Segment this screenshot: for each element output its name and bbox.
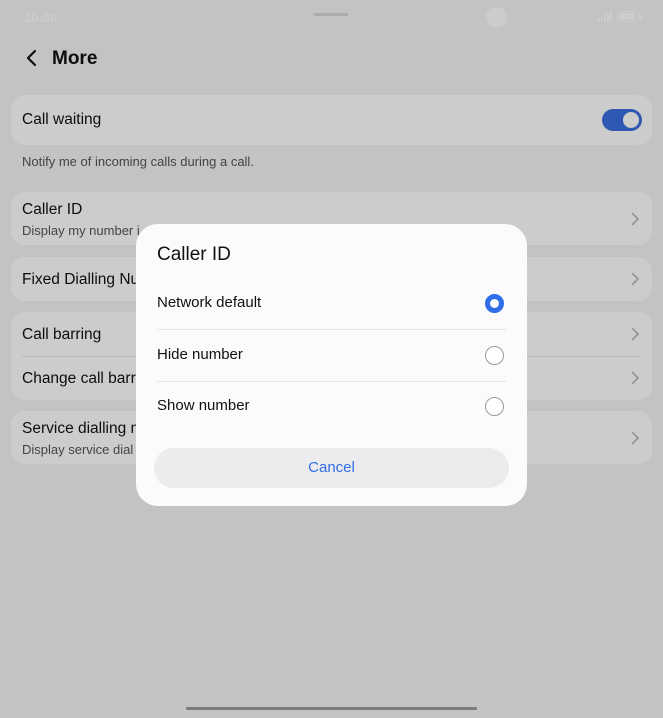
option-hide-number[interactable]: Hide number (136, 330, 527, 381)
option-label: Show number (157, 397, 250, 414)
dialog-title: Caller ID (157, 244, 231, 265)
radio-unselected-icon[interactable] (485, 346, 504, 365)
option-show-number[interactable]: Show number (136, 381, 527, 432)
option-label: Network default (157, 294, 262, 311)
option-label: Hide number (157, 346, 243, 363)
radio-unselected-icon[interactable] (485, 397, 504, 416)
option-network-default[interactable]: Network default (136, 278, 527, 329)
cancel-button[interactable]: Cancel (154, 448, 509, 488)
radio-selected-icon[interactable] (485, 294, 504, 313)
caller-id-dialog: Caller ID Network default Hide number Sh… (136, 224, 527, 506)
